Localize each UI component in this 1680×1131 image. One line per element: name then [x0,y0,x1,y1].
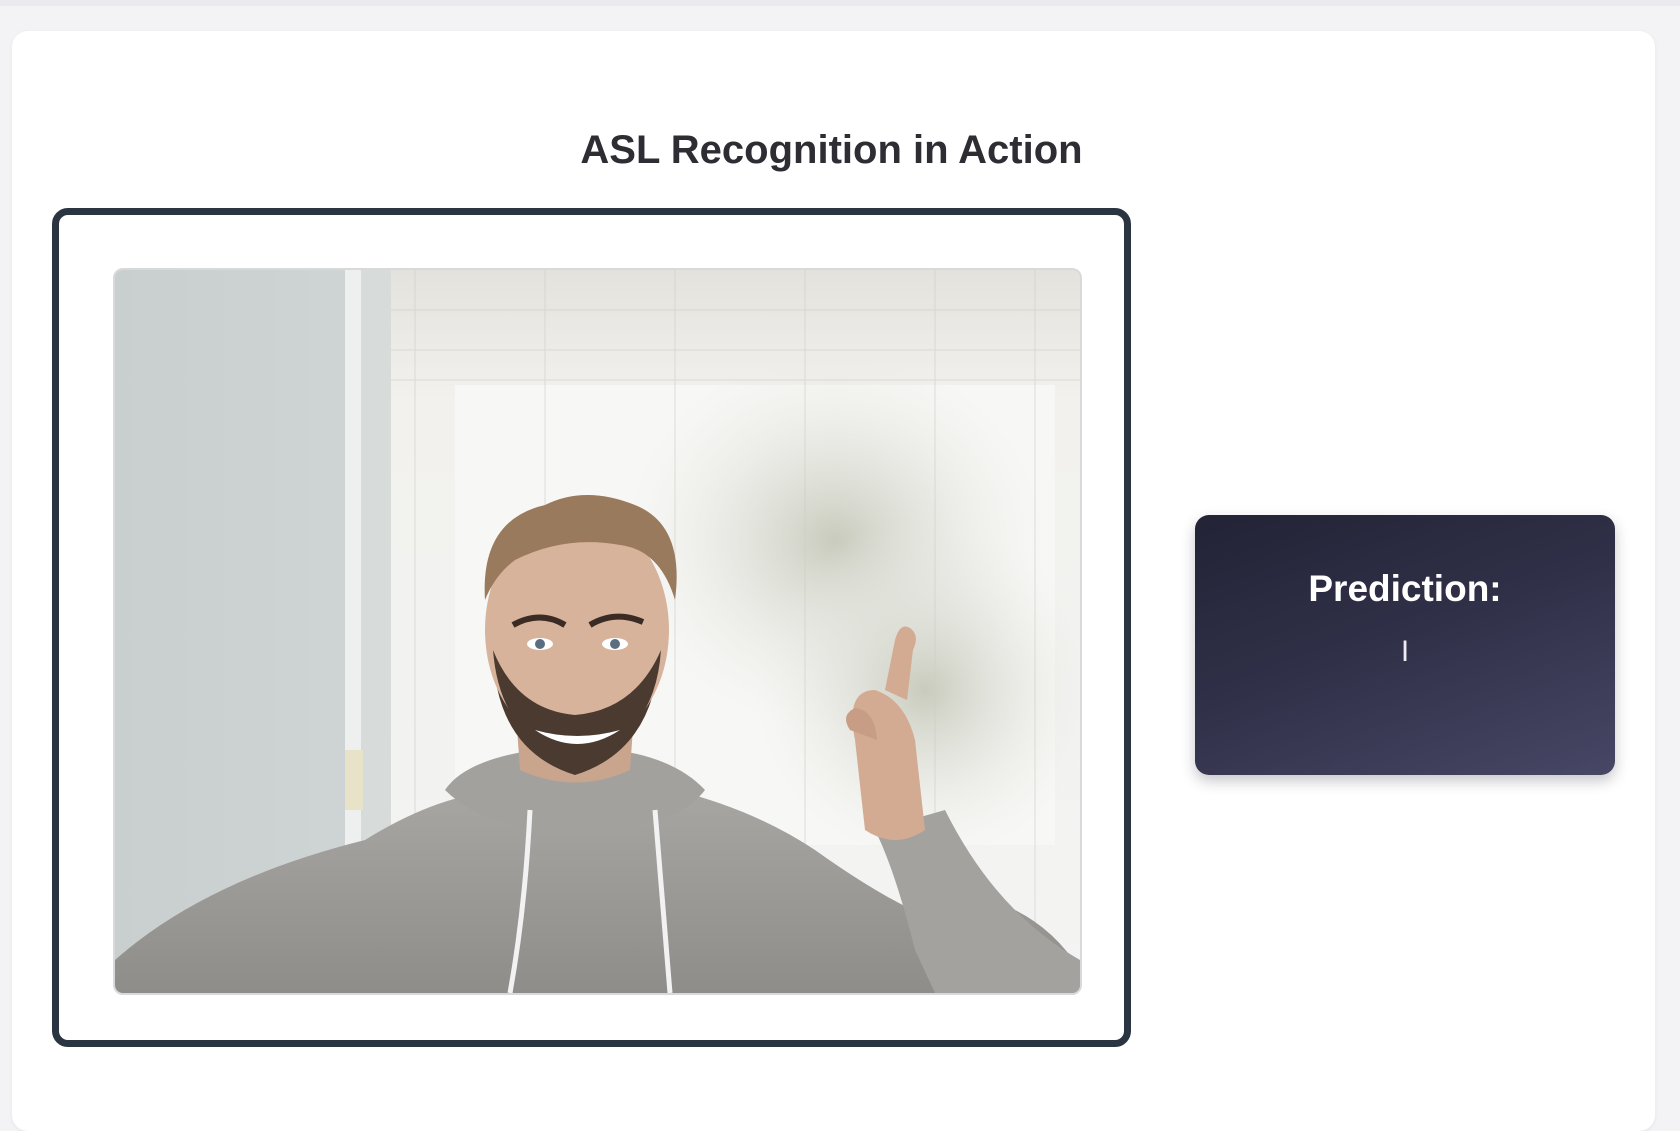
webcam-image [115,270,1080,993]
prediction-panel: Prediction: I [1195,515,1615,775]
webcam-video [113,268,1082,995]
prediction-value: I [1400,635,1410,668]
prediction-label: Prediction: [1308,568,1502,609]
page-title: ASL Recognition in Action [580,128,1083,172]
top-strip [0,0,1680,6]
